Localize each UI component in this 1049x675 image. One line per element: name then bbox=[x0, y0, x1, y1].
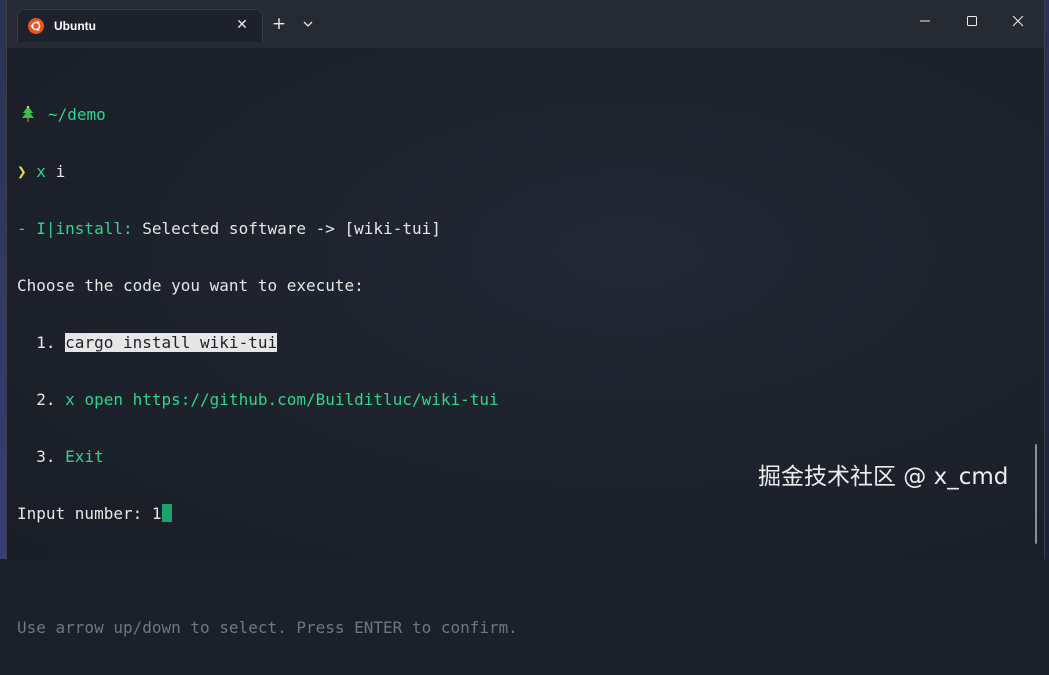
option-number: 1. bbox=[36, 333, 56, 352]
option-row[interactable]: 3. Exit bbox=[17, 447, 518, 466]
prompt-line: ~/demo bbox=[17, 105, 518, 124]
title-bar: Ubuntu ✕ + bbox=[7, 0, 1044, 48]
command-name: x bbox=[36, 162, 46, 181]
input-line[interactable]: Input number: 1 bbox=[17, 504, 518, 523]
option-number: 2. bbox=[36, 390, 56, 409]
choose-prompt: Choose the code you want to execute: bbox=[17, 276, 364, 295]
new-tab-button[interactable]: + bbox=[269, 14, 289, 34]
option-number: 3. bbox=[36, 447, 56, 466]
input-value[interactable]: 1 bbox=[152, 504, 162, 523]
close-window-button[interactable] bbox=[1003, 8, 1033, 34]
hint-text: Use arrow up/down to select. Press ENTER… bbox=[17, 618, 518, 637]
option-text[interactable]: cargo install wiki-tui bbox=[65, 333, 278, 352]
watermark-text: 掘金技术社区 @ x_cmd bbox=[758, 464, 1009, 490]
scrollbar[interactable] bbox=[1035, 444, 1037, 544]
close-tab-icon[interactable]: ✕ bbox=[232, 15, 252, 35]
tree-icon bbox=[22, 105, 34, 122]
option-row[interactable]: 2. x open https://github.com/Builditluc/… bbox=[17, 390, 518, 409]
tab-title: Ubuntu bbox=[54, 19, 96, 33]
command-arg: i bbox=[55, 162, 66, 181]
option-text[interactable]: Exit bbox=[65, 447, 104, 466]
tab-ubuntu[interactable]: Ubuntu ✕ bbox=[17, 9, 263, 42]
terminal-output: ~/demo ❯ x i - I|install: Selected softw… bbox=[17, 67, 518, 675]
chevron-down-icon[interactable] bbox=[299, 14, 317, 34]
install-prefix: - I|install: bbox=[17, 219, 133, 238]
text-cursor bbox=[161, 504, 172, 522]
ubuntu-icon bbox=[28, 18, 44, 34]
command-line: ❯ x i bbox=[17, 162, 518, 181]
prompt-symbol: ❯ bbox=[17, 162, 27, 181]
option-row[interactable]: 1. cargo install wiki-tui bbox=[17, 333, 518, 352]
install-message: Selected software -> [wiki-tui] bbox=[142, 219, 441, 238]
input-label: Input number: bbox=[17, 504, 143, 523]
maximize-button[interactable] bbox=[957, 8, 987, 34]
option-text[interactable]: x open https://github.com/Builditluc/wik… bbox=[65, 390, 498, 409]
prompt-directory: ~/demo bbox=[48, 105, 106, 124]
install-line: - I|install: Selected software -> [wiki-… bbox=[17, 219, 518, 238]
minimize-button[interactable] bbox=[910, 8, 940, 34]
